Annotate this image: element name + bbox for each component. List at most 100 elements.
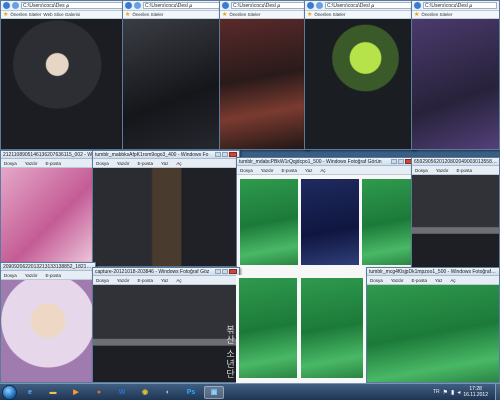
minimize-button[interactable] [215,152,221,157]
browser-window-5[interactable]: C:\Users\cocu\Desl ⍴ ★ Önerilen Siteler [411,0,500,150]
window-titlebar[interactable]: 2121108905146136207636115_002 - W [1,151,97,159]
menu-burn[interactable]: Yaz [161,278,168,283]
browser-window-2[interactable]: C:\Users\cocu\Desl ⍴ ★ Önerilen Siteler [122,0,224,150]
close-button[interactable] [229,269,237,274]
menu-email[interactable]: E-posta [411,278,427,283]
start-button[interactable] [2,384,17,400]
photo-viewer-window-1[interactable]: 2121108905146136207636115_002 - W Dosya … [0,150,98,267]
minimize-button[interactable] [391,159,397,164]
forward-icon[interactable] [134,2,141,9]
folder-icon[interactable]: ▬ [43,386,63,399]
address-bar[interactable]: C:\Users\cocu\Desl ⍴ [220,1,308,11]
menu-email[interactable]: E-posta [45,161,61,166]
menu-email[interactable]: E-posta [137,278,153,283]
url-field[interactable]: C:\Users\cocu\Desl ⍴ [143,2,221,9]
window-titlebar[interactable]: tumblr_mdabcPBkW1rQqjdcpo1_500 - Windows… [237,158,415,166]
menu-file[interactable]: Dosya [370,278,383,283]
menu-print[interactable]: Yazdır [25,161,38,166]
favorite-link[interactable]: Önerilen Siteler [314,12,345,17]
favorite-link[interactable]: Önerilen Siteler [132,12,163,17]
photo-viewer-window-4[interactable]: 659290562012080204900301355892 Dosya Yaz… [411,157,500,270]
menu-print[interactable]: Yazdır [117,278,130,283]
menu-open[interactable]: Aç [320,168,325,173]
menu-print[interactable]: Yazdır [117,161,130,166]
favorite-link[interactable]: Önerilen Siteler [421,12,452,17]
url-field[interactable]: C:\Users\cocu\Desl ⍴ [423,2,497,9]
address-bar[interactable]: C:\Users\cocu\Desl ⍴ [305,1,415,11]
menu-print[interactable]: Yazdır [391,278,404,283]
menu-file[interactable]: Dosya [4,273,17,278]
menu-file[interactable]: Dosya [96,161,109,166]
menu-open[interactable]: Aç [176,278,181,283]
minimize-button[interactable] [215,269,221,274]
url-field[interactable]: C:\Users\cocu\Desl ⍴ [325,2,413,9]
menu-file[interactable]: Dosya [4,161,17,166]
window-titlebar[interactable]: tumblr_mcg4f0sjpDk1mpzoo1_500 - Windows … [367,268,499,276]
photo-viewer-window-2[interactable]: tumblr_mabbksAfpK1rom9ogo3_400 - Windows… [92,150,240,267]
menu-print[interactable]: Yazdır [261,168,274,173]
favorites-star-icon[interactable]: ★ [3,11,8,18]
ie-icon[interactable]: e [20,386,40,399]
menu-email[interactable]: E-posta [281,168,297,173]
menu-burn[interactable]: Yaz [435,278,442,283]
menu-file[interactable]: Dosya [96,278,109,283]
menu-open[interactable]: Aç [176,161,181,166]
firefox-icon[interactable]: ● [89,386,109,399]
browser-window-1[interactable]: C:\Users\cocu\Des ⍴ ★ Önerilen Siteler W… [0,0,127,150]
flag-icon[interactable]: ⚑ [443,389,448,396]
favorite-link[interactable]: Önerilen Siteler [229,12,260,17]
clock[interactable]: 17:28 16.11.2012 [463,386,488,398]
menu-email[interactable]: E-posta [456,168,472,173]
maximize-button[interactable] [222,269,228,274]
favorites-star-icon[interactable]: ★ [307,11,312,18]
menu-open[interactable]: Aç [450,278,455,283]
back-icon[interactable] [125,2,132,9]
volume-icon[interactable]: ◂ [457,389,460,396]
favorite-link[interactable]: Önerilen Siteler [10,12,41,17]
menu-email[interactable]: E-posta [137,161,153,166]
photo-viewer-window-6[interactable]: capture-20121018-203846 - Windows Fotoğr… [92,267,240,383]
photo-viewer-window-7[interactable]: tumblr_mcg4f0sjpDk1mpzoo1_500 - Windows … [366,267,500,383]
chrome-icon[interactable]: ◉ [135,386,155,399]
favorites-star-icon[interactable]: ★ [222,11,227,18]
address-bar[interactable]: C:\Users\cocu\Desl ⍴ [123,1,223,11]
menu-print[interactable]: Yazdır [436,168,449,173]
back-icon[interactable] [307,2,314,9]
window-titlebar[interactable]: capture-20121018-203846 - Windows Fotoğr… [93,268,239,276]
word-icon[interactable]: W [112,386,132,399]
window-titlebar[interactable]: tumblr_mabbksAfpK1rom9ogo3_400 - Windows… [93,151,239,159]
back-icon[interactable] [222,2,229,9]
browser-window-4[interactable]: C:\Users\cocu\Desl ⍴ ★ Önerilen Siteler [304,0,416,150]
forward-icon[interactable] [316,2,323,9]
media-icon[interactable]: ◐ [158,386,178,399]
favorites-star-icon[interactable]: ★ [125,11,130,18]
back-icon[interactable] [414,2,421,9]
network-icon[interactable]: ▮ [451,389,454,396]
language-indicator[interactable]: TR [433,389,440,395]
photoshop-icon[interactable]: Ps [181,386,201,399]
photo-viewer-icon[interactable]: ▣ [204,385,224,399]
address-bar[interactable]: C:\Users\cocu\Des ⍴ [1,1,126,11]
back-icon[interactable] [3,2,10,9]
show-desktop-button[interactable] [495,383,500,400]
url-field[interactable]: C:\Users\cocu\Desl ⍴ [231,2,306,9]
favorite-link[interactable]: Web Slice Galerisi [43,12,80,17]
address-bar[interactable]: C:\Users\cocu\Desl ⍴ [412,1,499,11]
url-field[interactable]: C:\Users\cocu\Des ⍴ [21,2,124,9]
maximize-button[interactable] [398,159,404,164]
menu-burn[interactable]: Yaz [161,161,168,166]
menu-file[interactable]: Dosya [415,168,428,173]
window-titlebar[interactable]: 659290562012080204900301355892 [412,158,499,166]
window-titlebar[interactable]: 2090920622013213133138852_1821_00 [1,263,95,271]
favorites-star-icon[interactable]: ★ [414,11,419,18]
menu-burn[interactable]: Yaz [305,168,312,173]
menu-print[interactable]: Yazdır [25,273,38,278]
browser-window-3[interactable]: C:\Users\cocu\Desl ⍴ ★ Önerilen Siteler [219,0,309,150]
media-player-icon[interactable]: ▶ [66,386,86,399]
menu-email[interactable]: E-posta [45,273,61,278]
forward-icon[interactable] [12,2,19,9]
clock-date: 16.11.2012 [463,392,488,398]
maximize-button[interactable] [222,152,228,157]
menu-file[interactable]: Dosya [240,168,253,173]
photo-viewer-window-5[interactable]: 2090920622013213133138852_1821_00 Dosya … [0,262,96,383]
